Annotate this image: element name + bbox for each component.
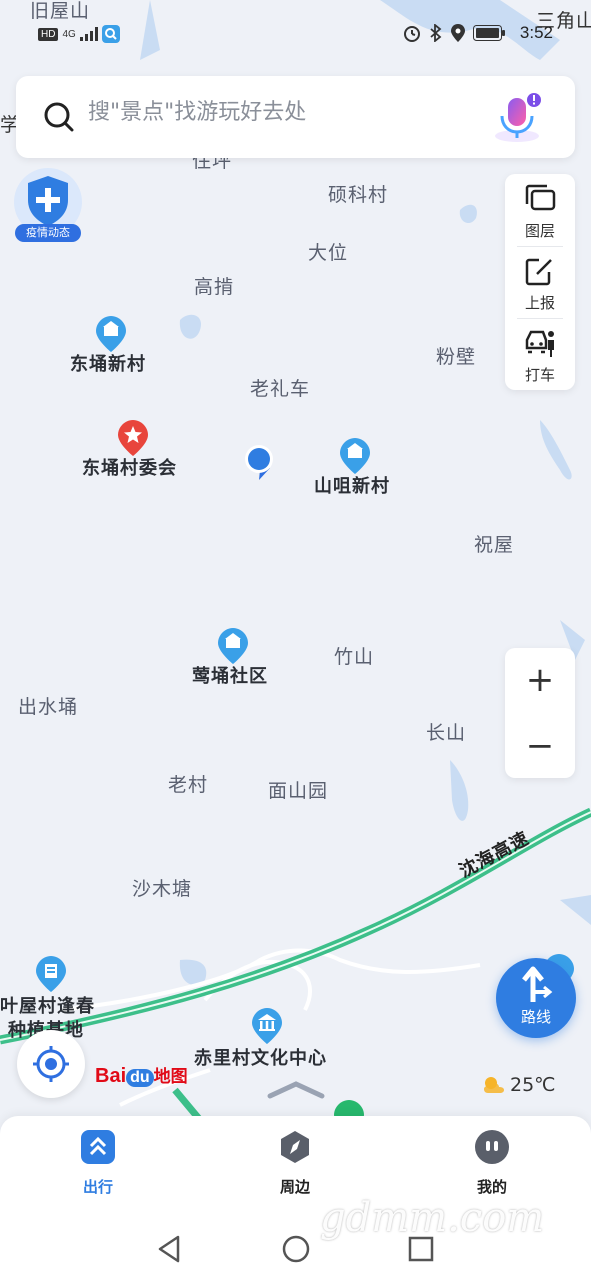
profile-icon [475, 1130, 509, 1164]
community-poi-icon[interactable] [218, 628, 248, 664]
microphone-icon[interactable] [489, 90, 545, 146]
temperature: 25℃ [510, 1074, 556, 1096]
locate-me-button[interactable] [17, 1030, 85, 1098]
compass-icon [281, 1131, 309, 1163]
logo-text: du [126, 1069, 154, 1087]
hd-badge: HD [38, 27, 59, 41]
partly-cloudy-icon [484, 1077, 504, 1093]
route-arrow-icon [522, 966, 553, 1002]
location-status-icon [451, 24, 465, 42]
place-label: 粉壁 [436, 346, 477, 368]
village-poi-icon[interactable] [340, 438, 370, 474]
place-label: 大位 [308, 242, 349, 264]
alarm-icon [404, 26, 420, 42]
nav-label: 我的 [476, 1178, 507, 1196]
tool-label: 打车 [524, 366, 555, 384]
poi-label[interactable]: 山咀新村 [314, 472, 390, 498]
report-icon [525, 258, 552, 286]
tab-travel[interactable]: 出行 [53, 1130, 143, 1210]
place-label: 老礼车 [250, 378, 311, 400]
search-bar[interactable] [16, 76, 575, 158]
report-button[interactable]: 上报 [505, 246, 575, 318]
place-label: 老村 [168, 774, 209, 796]
tool-label: 图层 [524, 222, 555, 240]
poi-label[interactable]: 赤里村文化中心 [194, 1044, 327, 1070]
place-label: 竹山 [334, 646, 375, 668]
zoom-control: + − [505, 648, 575, 778]
taxi-icon [525, 330, 554, 357]
back-icon[interactable] [156, 1234, 184, 1264]
status-right [403, 24, 505, 42]
place-label: 祝屋 [474, 534, 515, 556]
place-label: 出水埇 [18, 696, 79, 718]
village-poi-icon[interactable] [96, 316, 126, 352]
home-icon[interactable] [281, 1234, 311, 1264]
baidu-map-logo: Bai du 地图 [95, 1062, 188, 1088]
map-tools-panel: 图层 上报 打车 [505, 174, 575, 390]
current-location-icon [245, 445, 273, 480]
route-label: 路线 [520, 1008, 551, 1026]
zoom-in-button[interactable]: + [505, 648, 575, 712]
government-poi-icon[interactable] [118, 420, 148, 456]
poi-label[interactable]: 莺埇社区 [192, 662, 268, 688]
layers-icon [525, 184, 556, 211]
status-time: 3:52 [519, 23, 553, 42]
chevron-up-icon[interactable] [266, 1080, 326, 1100]
locate-target-icon [33, 1046, 69, 1082]
place-label: 面山园 [268, 780, 329, 802]
nav-label: 出行 [82, 1178, 113, 1196]
status-left: HD 4G [38, 25, 120, 43]
poi-label[interactable]: 东埇村委会 [82, 454, 177, 480]
tool-label: 上报 [524, 294, 555, 312]
culture-center-poi-icon[interactable] [252, 1008, 282, 1044]
farm-poi-icon[interactable] [36, 956, 66, 992]
poi-label[interactable]: 东埇新村 [70, 350, 146, 376]
logo-text: 地图 [153, 1067, 188, 1086]
zoom-out-button[interactable]: − [505, 714, 575, 778]
epidemic-label[interactable]: 疫情动态 [15, 224, 81, 242]
watermark: gdmm.com [320, 1195, 545, 1241]
app-notification-icon [101, 25, 120, 43]
logo-text: Bai [95, 1065, 127, 1087]
place-label: 高掯 [194, 276, 235, 298]
signal-icon [79, 27, 98, 41]
route-button[interactable]: 路线 [496, 958, 576, 1038]
weather-widget[interactable]: 25℃ [482, 1074, 556, 1096]
layers-button[interactable]: 图层 [505, 174, 575, 246]
status-bar: HD 4G 3:52 [0, 18, 591, 52]
poi-label[interactable]: 叶屋村逢春 [0, 992, 95, 1018]
battery-icon [473, 25, 505, 41]
place-label: 沙木塘 [132, 878, 193, 900]
place-label: 长山 [426, 722, 467, 744]
place-label: 硕科村 [328, 184, 389, 206]
search-input[interactable] [88, 100, 468, 125]
network-type: 4G [62, 28, 76, 40]
travel-icon [81, 1130, 115, 1164]
nav-label: 周边 [279, 1178, 310, 1196]
taxi-button[interactable]: 打车 [505, 318, 575, 390]
bluetooth-icon [430, 24, 442, 42]
search-icon [44, 102, 74, 132]
